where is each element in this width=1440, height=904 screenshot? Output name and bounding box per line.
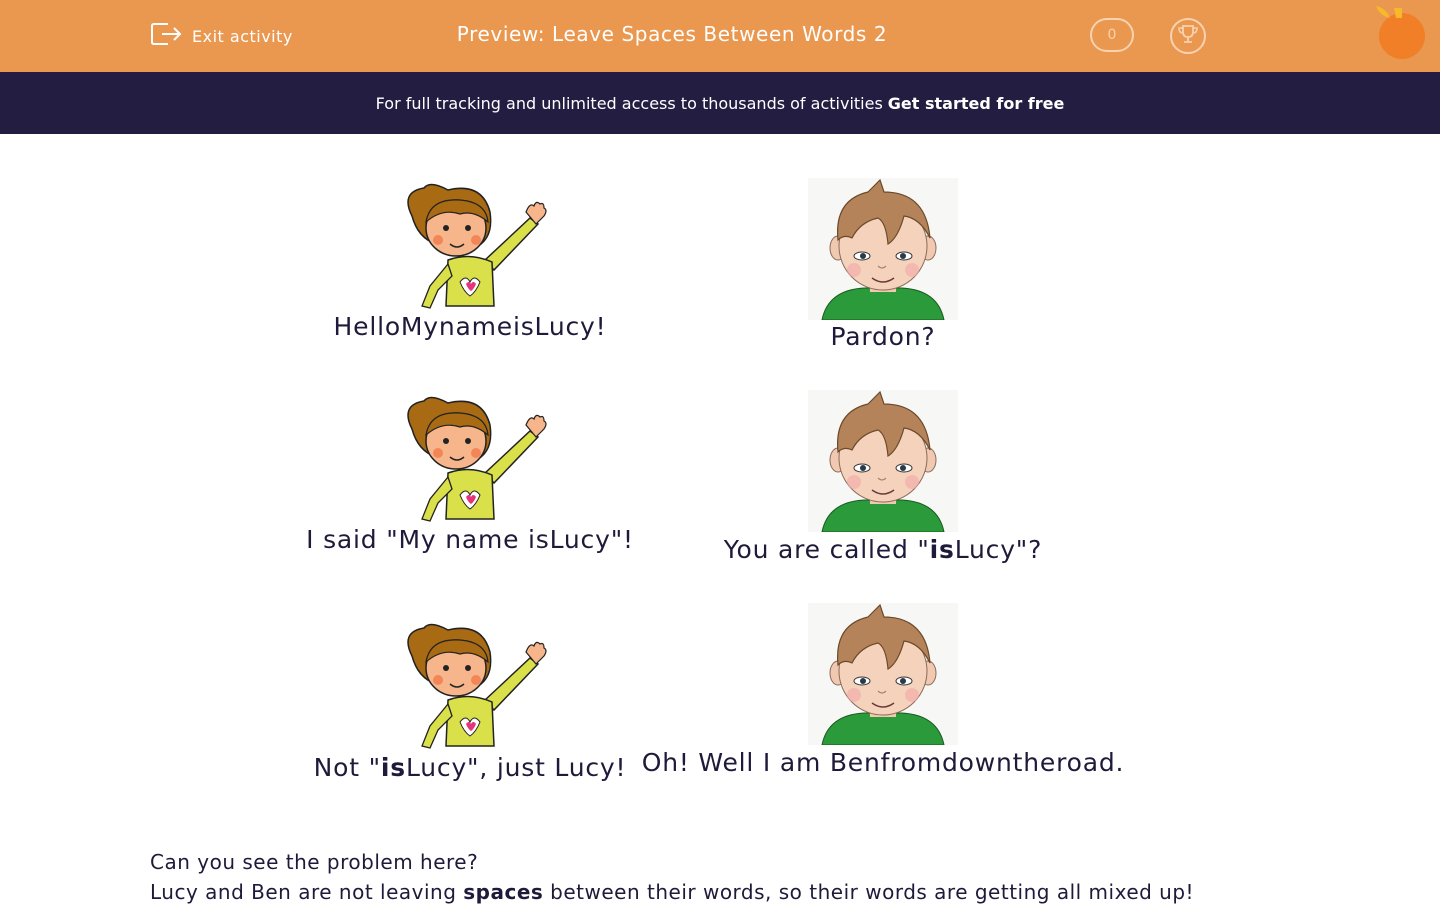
speech-text: Pardon? — [830, 322, 936, 351]
lucy-illustration — [390, 622, 550, 752]
speech-text: Lucy"? — [954, 535, 1043, 564]
speech-text: Not " — [313, 753, 381, 782]
speech-text: Oh! Well I am Benfromdowntheroad. — [641, 748, 1125, 777]
lucy-illustration — [390, 395, 550, 525]
ben-speech: Oh! Well I am Benfromdowntheroad. — [620, 748, 1146, 777]
score-badge: 0 — [1090, 18, 1134, 52]
lucy-speech: Not "isLucy", just Lucy! — [270, 753, 670, 782]
explanation-text: Lucy and Ben are not leaving spaces betw… — [150, 880, 1194, 904]
ben-illustration — [808, 390, 958, 532]
explanation-text-part: between their words, so their words are … — [543, 880, 1195, 904]
promo-banner: For full tracking and unlimited access t… — [0, 72, 1440, 134]
speech-bold: is — [929, 535, 955, 564]
explanation-question: Can you see the problem here? — [150, 850, 479, 874]
explanation-text-part: Lucy and Ben are not leaving — [150, 880, 464, 904]
explanation-bold: spaces — [463, 880, 544, 904]
speech-text: HelloMynameisLucy! — [333, 312, 607, 341]
lucy-speech: HelloMynameisLucy! — [270, 312, 670, 341]
lucy-illustration — [390, 182, 550, 312]
trophy-icon — [1177, 23, 1199, 49]
top-bar: Exit activity Preview: Leave Spaces Betw… — [0, 0, 1440, 72]
speech-text: You are called " — [723, 535, 930, 564]
logo-icon — [1372, 4, 1428, 64]
promo-text: For full tracking and unlimited access t… — [375, 93, 883, 113]
ben-speech: You are called "isLucy"? — [620, 535, 1146, 564]
lucy-speech: I said "My name isLucy"! — [270, 525, 670, 554]
trophy-button[interactable] — [1170, 18, 1206, 54]
ben-illustration — [808, 178, 958, 320]
ben-illustration — [808, 603, 958, 745]
page-title: Preview: Leave Spaces Between Words 2 — [456, 22, 888, 46]
get-started-link[interactable]: Get started for free — [888, 94, 1065, 113]
ben-speech: Pardon? — [620, 322, 1146, 351]
speech-text: Lucy", just Lucy! — [405, 753, 627, 782]
speech-bold: is — [380, 753, 406, 782]
speech-text: I said "My name isLucy"! — [306, 525, 634, 554]
